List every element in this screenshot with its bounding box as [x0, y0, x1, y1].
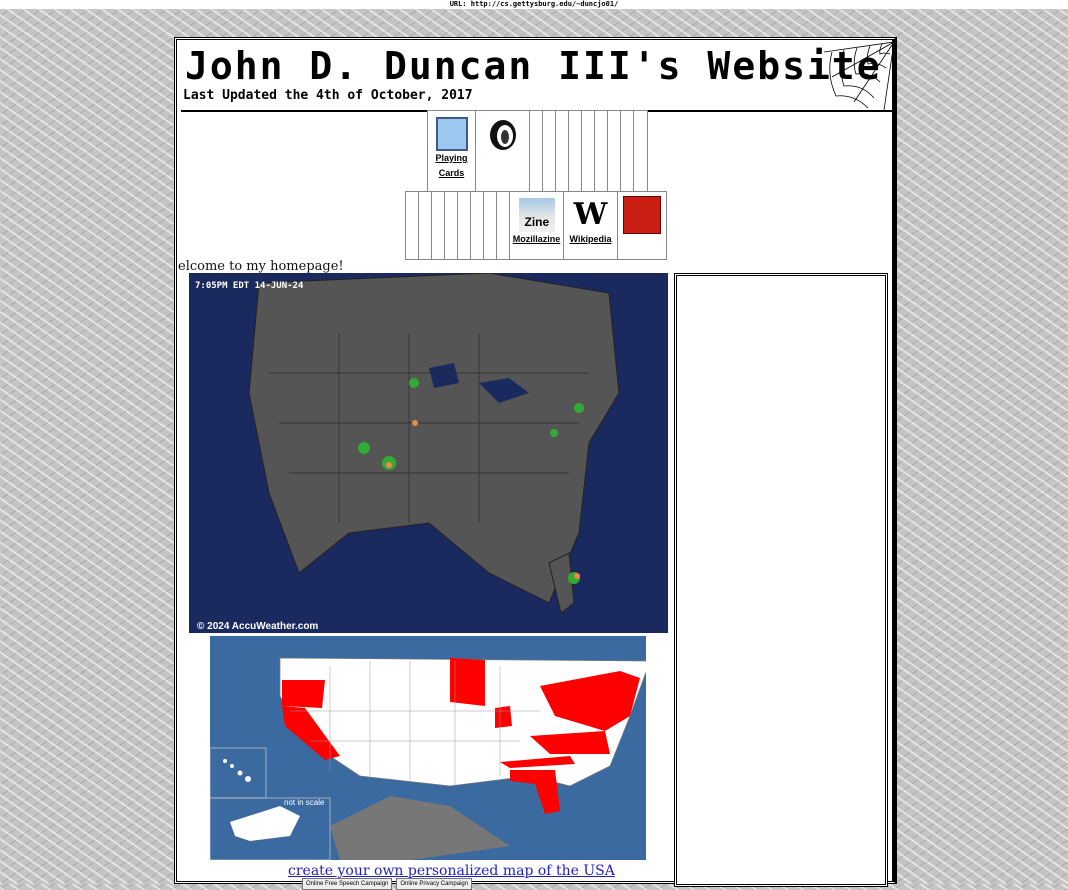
link-slot	[445, 192, 458, 259]
red-poster-icon	[623, 196, 661, 234]
sidebar-panel	[674, 273, 888, 887]
playing-cards-icon	[435, 117, 468, 151]
link-slot	[471, 192, 484, 259]
portrait-link[interactable]	[476, 111, 530, 192]
free-speech-badge[interactable]: Online Free Speech Campaign	[302, 878, 393, 890]
spiderweb-icon	[824, 42, 894, 110]
link-slot	[432, 192, 445, 259]
wikipedia-icon: W	[573, 197, 608, 232]
link-slot	[484, 192, 497, 259]
link-slot	[543, 111, 556, 192]
playing-cards-link[interactable]: Playing Cards	[428, 111, 476, 192]
page-title: John D. Duncan III's Website	[185, 44, 882, 88]
not-in-scale-label: not in scale	[284, 798, 325, 807]
portrait-silhouette-icon	[489, 120, 516, 150]
mozillazine-label[interactable]: Mozillazine	[513, 232, 561, 247]
wikipedia-link[interactable]: W Wikipedia	[564, 192, 618, 259]
create-map-link[interactable]: create your own personalized map of the …	[288, 863, 615, 879]
link-slot	[621, 111, 634, 192]
link-slot	[458, 192, 471, 259]
link-slot	[608, 111, 621, 192]
wikipedia-label[interactable]: Wikipedia	[570, 232, 612, 247]
links-bar-top: Playing Cards	[427, 110, 648, 193]
link-slot	[569, 111, 582, 192]
link-slot	[595, 111, 608, 192]
link-slot	[530, 111, 543, 192]
header: John D. Duncan III's Website Last Update…	[181, 42, 894, 112]
mozillazine-icon: Zine	[518, 198, 555, 232]
privacy-badge[interactable]: Online Privacy Campaign	[396, 878, 473, 890]
link-slot	[497, 192, 510, 259]
red-poster-link[interactable]	[618, 192, 666, 259]
link-slot	[634, 111, 647, 192]
links-bar-bottom: Zine Mozillazine W Wikipedia	[405, 191, 667, 260]
link-slot	[406, 192, 419, 259]
radar-copyright: © 2024 AccuWeather.com	[197, 621, 319, 632]
playing-cards-label[interactable]: Playing Cards	[435, 151, 467, 181]
radar-timestamp: 7:05PM EDT 14-JUN-24	[195, 281, 304, 291]
visited-states-map: not in scale	[210, 636, 646, 860]
radar-map-graphic	[248, 273, 620, 614]
mozillazine-link[interactable]: Zine Mozillazine	[510, 192, 564, 259]
page-container: John D. Duncan III's Website Last Update…	[174, 37, 897, 890]
url-bar: URL: http://cs.gettysburg.edu/~duncjo01/	[0, 0, 1068, 9]
usa-states-graphic	[210, 636, 646, 860]
last-updated: Last Updated the 4th of October, 2017	[183, 88, 473, 103]
link-slot	[419, 192, 432, 259]
link-slot	[556, 111, 569, 192]
campaign-badges: Online Free Speech Campaign Online Priva…	[302, 878, 473, 890]
welcome-text: elcome to my homepage!	[178, 259, 344, 274]
weather-radar-map: 7:05PM EDT 14-JUN-24 © 2024 AccuWeather.…	[189, 273, 668, 633]
link-slot	[582, 111, 595, 192]
